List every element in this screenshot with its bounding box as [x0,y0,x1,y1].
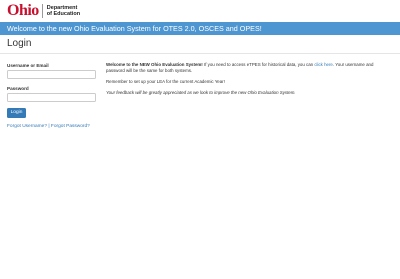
username-input[interactable] [7,70,96,79]
welcome-strong-text: Welcome to the NEW Ohio Evaluation Syste… [106,62,203,67]
click-here-link[interactable]: click here [314,62,333,67]
forgot-username-link[interactable]: Forgot Username? [7,124,47,129]
ohio-logo[interactable]: Ohio [7,3,39,19]
dept-line-2: of Education [46,11,81,17]
welcome-text-before-link: If you need to access eTPES for historic… [202,62,315,67]
title-divider [0,53,400,54]
logo-divider [41,4,43,18]
password-input[interactable] [7,93,96,102]
reminder-text: Remember to set up your LEA for the curr… [106,79,225,85]
department-logo-text: Department of Education [47,5,80,17]
forgot-links: Forgot Username? | Forgot Password? [7,124,90,129]
welcome-banner: Welcome to the new Ohio Evaluation Syste… [0,22,400,35]
site-header: Ohio Department of Education [0,0,400,22]
password-label: Password [7,86,29,91]
forgot-password-link[interactable]: Forgot Password? [51,124,90,129]
login-button[interactable]: Login [7,108,26,118]
feedback-text: Your feedback will be greatly appreciate… [106,90,296,96]
page-title: Login [7,38,32,49]
welcome-paragraph: Welcome to the NEW Ohio Evaluation Syste… [106,62,392,75]
username-label: Username or Email [7,63,49,68]
info-panel: Welcome to the NEW Ohio Evaluation Syste… [106,62,392,101]
